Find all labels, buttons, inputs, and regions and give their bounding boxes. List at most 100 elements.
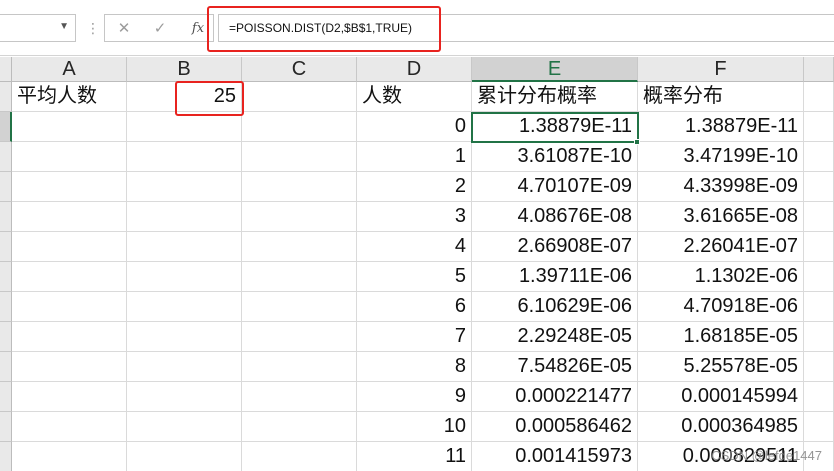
cell-f5[interactable]: 3.61665E-08 <box>638 202 804 232</box>
cell-a12[interactable] <box>12 412 127 442</box>
cell-b5[interactable] <box>127 202 242 232</box>
column-header-e[interactable]: E <box>472 57 638 82</box>
cell-d1[interactable]: 人数 <box>357 82 472 112</box>
cell-b9[interactable] <box>127 322 242 352</box>
formula-bar-splitter-icon[interactable]: ⋮ <box>86 16 100 40</box>
cell-g11[interactable] <box>804 382 834 412</box>
cell-g6[interactable] <box>804 232 834 262</box>
cell-g4[interactable] <box>804 172 834 202</box>
row-header[interactable] <box>0 382 12 412</box>
row-header[interactable] <box>0 292 12 322</box>
column-header-g[interactable] <box>804 57 834 82</box>
cell-e7[interactable]: 1.39711E-06 <box>472 262 638 292</box>
cell-e8[interactable]: 6.10629E-06 <box>472 292 638 322</box>
cell-b8[interactable] <box>127 292 242 322</box>
cell-e13[interactable]: 0.001415973 <box>472 442 638 471</box>
row-header[interactable] <box>0 202 12 232</box>
cell-g3[interactable] <box>804 142 834 172</box>
cancel-icon[interactable]: ✕ <box>113 19 135 39</box>
cell-b2[interactable] <box>127 112 242 142</box>
cell-b10[interactable] <box>127 352 242 382</box>
cell-d3[interactable]: 1 <box>357 142 472 172</box>
cell-c2[interactable] <box>242 112 357 142</box>
cell-f6[interactable]: 2.26041E-07 <box>638 232 804 262</box>
cell-e4[interactable]: 4.70107E-09 <box>472 172 638 202</box>
cell-d11[interactable]: 9 <box>357 382 472 412</box>
cell-a4[interactable] <box>12 172 127 202</box>
cell-e11[interactable]: 0.000221477 <box>472 382 638 412</box>
row-header[interactable] <box>0 82 12 112</box>
column-header-c[interactable]: C <box>242 57 357 82</box>
cell-c9[interactable] <box>242 322 357 352</box>
cell-d13[interactable]: 11 <box>357 442 472 471</box>
column-header-f[interactable]: F <box>638 57 804 82</box>
cell-c3[interactable] <box>242 142 357 172</box>
active-cell-e2[interactable] <box>471 112 639 143</box>
fill-handle[interactable] <box>634 139 640 145</box>
cell-b11[interactable] <box>127 382 242 412</box>
cell-f11[interactable]: 0.000145994 <box>638 382 804 412</box>
cell-c4[interactable] <box>242 172 357 202</box>
cell-c7[interactable] <box>242 262 357 292</box>
cell-f3[interactable]: 3.47199E-10 <box>638 142 804 172</box>
cell-f12[interactable]: 0.000364985 <box>638 412 804 442</box>
cell-c8[interactable] <box>242 292 357 322</box>
cell-g10[interactable] <box>804 352 834 382</box>
cell-d2[interactable]: 0 <box>357 112 472 142</box>
cell-a5[interactable] <box>12 202 127 232</box>
cell-a3[interactable] <box>12 142 127 172</box>
cell-d6[interactable]: 4 <box>357 232 472 262</box>
insert-function-icon[interactable]: fx <box>187 19 209 39</box>
cell-f10[interactable]: 5.25578E-05 <box>638 352 804 382</box>
cell-e12[interactable]: 0.000586462 <box>472 412 638 442</box>
cell-d9[interactable]: 7 <box>357 322 472 352</box>
row-header[interactable] <box>0 322 12 352</box>
cell-e3[interactable]: 3.61087E-10 <box>472 142 638 172</box>
cell-f7[interactable]: 1.1302E-06 <box>638 262 804 292</box>
cell-c12[interactable] <box>242 412 357 442</box>
cell-g1[interactable] <box>804 82 834 112</box>
cell-e9[interactable]: 2.29248E-05 <box>472 322 638 352</box>
cell-g7[interactable] <box>804 262 834 292</box>
row-header[interactable] <box>0 142 12 172</box>
cell-a10[interactable] <box>12 352 127 382</box>
cell-b12[interactable] <box>127 412 242 442</box>
row-header[interactable] <box>0 352 12 382</box>
name-box[interactable]: ▼ <box>0 14 76 42</box>
cell-d7[interactable]: 5 <box>357 262 472 292</box>
enter-icon[interactable]: ✓ <box>149 19 171 39</box>
cell-c10[interactable] <box>242 352 357 382</box>
cell-g12[interactable] <box>804 412 834 442</box>
cell-c1[interactable] <box>242 82 357 112</box>
name-box-dropdown-icon[interactable]: ▼ <box>59 21 69 32</box>
cell-f8[interactable]: 4.70918E-06 <box>638 292 804 322</box>
column-header-a[interactable]: A <box>12 57 127 82</box>
cell-e5[interactable]: 4.08676E-08 <box>472 202 638 232</box>
cell-e10[interactable]: 7.54826E-05 <box>472 352 638 382</box>
cell-f2[interactable]: 1.38879E-11 <box>638 112 804 142</box>
select-all-corner[interactable] <box>0 57 12 82</box>
cell-b7[interactable] <box>127 262 242 292</box>
cell-b3[interactable] <box>127 142 242 172</box>
cell-b6[interactable] <box>127 232 242 262</box>
cell-a2[interactable] <box>12 112 127 142</box>
cell-d12[interactable]: 10 <box>357 412 472 442</box>
cell-c6[interactable] <box>242 232 357 262</box>
cell-d5[interactable]: 3 <box>357 202 472 232</box>
cell-b4[interactable] <box>127 172 242 202</box>
row-header[interactable] <box>0 442 12 471</box>
cell-b13[interactable] <box>127 442 242 471</box>
cell-a1[interactable]: 平均人数 <box>12 82 127 112</box>
cell-d10[interactable]: 8 <box>357 352 472 382</box>
cell-a8[interactable] <box>12 292 127 322</box>
cell-a11[interactable] <box>12 382 127 412</box>
cell-g2[interactable] <box>804 112 834 142</box>
cell-c13[interactable] <box>242 442 357 471</box>
cell-f1[interactable]: 概率分布 <box>638 82 804 112</box>
row-header[interactable] <box>0 112 12 142</box>
cell-c5[interactable] <box>242 202 357 232</box>
cell-d4[interactable]: 2 <box>357 172 472 202</box>
row-header[interactable] <box>0 412 12 442</box>
cell-e1[interactable]: 累计分布概率 <box>472 82 638 112</box>
cell-g8[interactable] <box>804 292 834 322</box>
